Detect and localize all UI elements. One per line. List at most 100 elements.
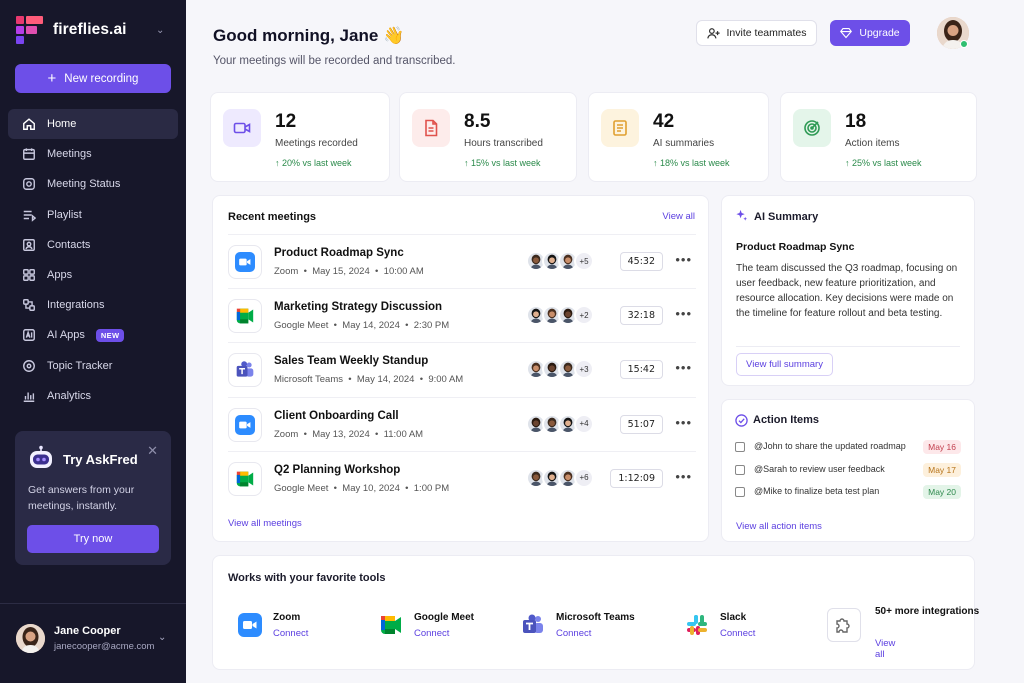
meeting-title: Sales Team Weekly Standup [274,355,429,368]
stat-card-meetings: 12 Meetings recorded ↑ 20% vs last week [210,92,390,182]
playlist-icon [23,210,36,222]
action-item-checkbox[interactable] [735,464,745,475]
notes-icon [601,109,639,147]
stat-label: Action items [845,138,900,149]
divider [736,346,960,347]
sidebar-item-apps[interactable]: Apps [8,260,178,290]
view-all-action-items-link[interactable]: View all action items [736,521,822,532]
stat-value: 18 [845,111,867,132]
contacts-icon [23,238,35,251]
participant-avatars[interactable]: +3 [526,359,594,380]
meeting-row[interactable]: Product Roadmap Sync Zoom • May 15, 2024 … [228,234,696,288]
separator-dot: • [342,374,357,386]
sidebar-item-integrations[interactable]: Integrations [8,290,178,320]
stat-label: AI summaries [653,138,715,149]
view-all-meetings-link[interactable]: View all meetings [228,518,302,529]
separator-dot: • [369,428,384,440]
more-participants-badge: +3 [574,359,594,380]
sidebar-nav: Home Meetings Meeting Status Playlist Co… [8,109,178,411]
stat-trend: ↑ 20% vs last week [275,158,352,168]
connect-link[interactable]: Connect [720,628,755,639]
meeting-title: Q2 Planning Workshop [274,463,401,476]
sidebar-item-contacts[interactable]: Contacts [8,230,178,260]
sidebar-item-home[interactable]: Home [8,109,178,140]
apps-icon [23,269,35,281]
upgrade-label: Upgrade [859,27,900,39]
meeting-duration: 32:18 [619,306,663,326]
sidebar-item-meetings[interactable]: Meetings [8,139,178,169]
new-recording-button[interactable]: + New recording [15,64,171,93]
invite-label: Invite teammates [726,27,807,39]
sidebar-item-label: Topic Tracker [47,359,113,372]
separator-dot: • [298,428,313,440]
stat-card-summaries: 42 AI summaries ↑ 18% vs last week [588,92,769,182]
sidebar-item-playlist[interactable]: Playlist [8,200,178,230]
more-participants-badge: +5 [574,251,594,271]
connect-link[interactable]: Connect [556,628,591,639]
teams-icon [520,612,546,638]
more-options-icon[interactable]: ••• [675,306,692,321]
action-item-text: @Sarah to review user feedback [754,463,885,474]
workspace-chevron-icon[interactable]: ⌄ [156,25,164,36]
view-all-link[interactable]: View all [662,211,695,222]
more-options-icon[interactable]: ••• [675,469,692,484]
connect-link[interactable]: Connect [414,628,449,639]
meeting-date: May 13, 2024 [312,428,370,440]
meeting-row[interactable]: Q2 Planning Workshop Google Meet • May 10… [228,450,696,505]
sidebar-item-topic-tracker[interactable]: Topic Tracker [8,351,178,381]
sidebar-item-ai-apps[interactable]: AI Apps NEW [8,320,178,350]
participant-avatars[interactable]: +4 [526,413,594,434]
meeting-duration: 15:42 [619,360,663,380]
view-all-integrations-link[interactable]: View all [875,638,895,660]
meeting-duration: 51:07 [619,414,663,434]
separator-dot: • [328,320,343,332]
sidebar-item-analytics[interactable]: Analytics [8,381,178,411]
user-name: Jane Cooper [54,625,121,637]
connect-link[interactable]: Connect [273,628,308,639]
online-status-dot [960,40,968,48]
upgrade-button[interactable]: Upgrade [830,20,910,46]
due-date-badge: May 17 [923,462,961,477]
participant-avatars[interactable]: +2 [526,305,594,326]
zoom-icon [237,612,263,638]
close-icon[interactable]: ✕ [147,443,158,459]
stat-trend: ↑ 18% vs last week [653,158,730,168]
invite-teammates-button[interactable]: Invite teammates [696,20,817,46]
participant-avatars[interactable]: +6 [526,467,594,488]
view-full-summary-button[interactable]: View full summary [736,353,833,376]
meeting-meta: Zoom • May 15, 2024 • 10:00 AM [274,266,424,277]
fireflies-logo-icon [16,16,43,44]
due-date-badge: May 20 [923,485,961,499]
document-icon [412,109,450,147]
ai-summary-card: AI Summary Product Roadmap Sync The team… [721,195,975,386]
integrations-icon [23,299,35,312]
ai-apps-icon [23,329,35,342]
sidebar-item-label: Meeting Status [47,178,121,191]
user-profile[interactable]: Jane Cooper janecooper@acme.com [16,624,154,653]
home-icon [23,118,35,131]
video-icon [223,109,261,147]
meeting-platform: Zoom [274,428,299,440]
meeting-time: 11:00 AM [383,428,424,440]
stat-value: 42 [653,111,675,132]
participant-avatars[interactable]: +5 [526,251,594,271]
plus-icon: + [47,70,57,87]
meeting-row[interactable]: Client Onboarding Call Zoom • May 13, 202… [228,396,696,451]
sidebar-divider [0,603,186,604]
try-now-button[interactable]: Try now [27,525,159,553]
add-user-icon [706,27,720,39]
action-item-checkbox[interactable] [735,487,745,497]
sidebar-item-meeting-status[interactable]: Meeting Status [8,169,178,199]
meeting-date: May 15, 2024 [312,266,370,277]
more-options-icon[interactable]: ••• [675,415,692,430]
action-item-checkbox[interactable] [735,442,745,452]
meeting-row[interactable]: Marketing Strategy Discussion Google Meet… [228,288,696,342]
sidebar-item-label: AI Apps [47,329,85,342]
meeting-row[interactable]: Sales Team Weekly Standup Microsoft Teams… [228,342,696,396]
chevron-down-icon[interactable]: ⌄ [158,632,166,643]
action-item-row: @John to share the updated roadmap May 16 [735,439,961,457]
target-icon [793,109,831,147]
more-options-icon[interactable]: ••• [675,252,692,267]
more-options-icon[interactable]: ••• [675,360,692,375]
brand[interactable]: fireflies.ai [16,16,127,44]
